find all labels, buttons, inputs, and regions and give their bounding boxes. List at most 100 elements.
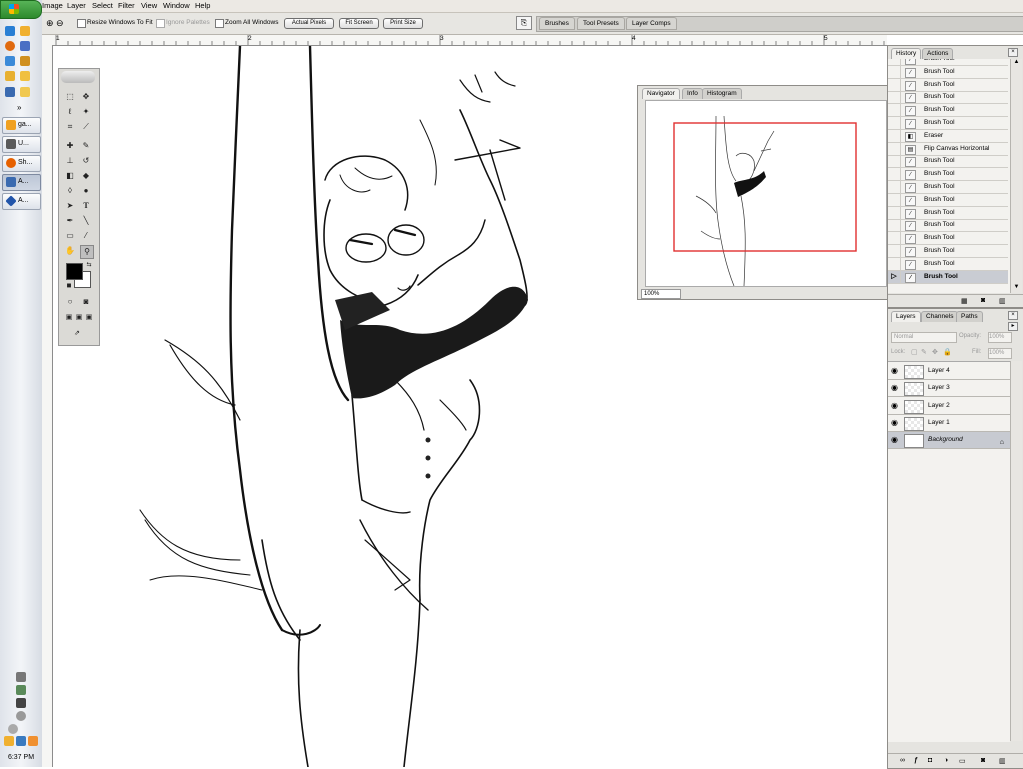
foreground-color-swatch[interactable]	[66, 263, 83, 280]
history-source-slot[interactable]	[888, 129, 901, 142]
imageready-icon[interactable]: ⇗	[71, 328, 83, 340]
lock-position-icon[interactable]: ✥	[932, 348, 938, 356]
history-source-slot[interactable]	[888, 232, 901, 245]
history-item[interactable]: ∕ Brush Tool	[888, 181, 1008, 194]
menu-window[interactable]: Window	[163, 1, 190, 10]
history-brush-icon[interactable]: ↺	[80, 155, 92, 167]
layer-row[interactable]: ◉ Background ⌂	[888, 432, 1010, 450]
tab-history[interactable]: History	[891, 48, 922, 59]
dodge-tool-icon[interactable]: ●	[80, 185, 92, 197]
globe-icon[interactable]	[5, 87, 15, 97]
blur-tool-icon[interactable]: ◊	[64, 185, 76, 197]
adjustment-layer-icon[interactable]: ◑	[944, 757, 948, 764]
history-item[interactable]: ∕ Brush Tool	[888, 91, 1008, 105]
lasso-tool-icon[interactable]: ℓ	[64, 106, 76, 118]
snapshot-from-state-icon[interactable]: ▦	[961, 297, 968, 305]
history-source-slot[interactable]	[888, 65, 901, 78]
lock-transparency-icon[interactable]: ▢	[911, 348, 918, 356]
history-source-slot[interactable]	[888, 257, 901, 270]
ie-icon[interactable]	[5, 26, 15, 36]
healing-brush-icon[interactable]: ✚	[64, 140, 76, 152]
tray-pen-icon[interactable]	[16, 672, 26, 682]
tray-arrow-icon[interactable]	[8, 724, 18, 734]
lock-pixels-icon[interactable]: ✎	[921, 348, 927, 356]
firefox-icon[interactable]	[5, 41, 15, 51]
history-source-slot[interactable]	[888, 168, 901, 181]
visibility-eye-icon[interactable]: ◉	[891, 367, 899, 375]
swap-colors-icon[interactable]: ⇆	[83, 259, 95, 271]
vertical-ruler[interactable]	[42, 45, 53, 767]
notes-tool-icon[interactable]: ▭	[64, 230, 76, 242]
scroll-up-icon[interactable]: ▲	[1012, 59, 1021, 68]
taskbar-item-window[interactable]: U...	[2, 136, 41, 153]
move-tool-icon[interactable]: ✥	[80, 91, 92, 103]
menu-select[interactable]: Select	[92, 1, 113, 10]
history-item[interactable]: ∕ Brush Tool	[888, 104, 1008, 118]
history-source-slot[interactable]	[888, 219, 901, 232]
new-layer-icon[interactable]: ◙	[981, 757, 985, 764]
history-item[interactable]: ◧ Eraser	[888, 129, 1008, 143]
history-item[interactable]: ∕ Brush Tool	[888, 245, 1008, 258]
history-item[interactable]: ▤ Flip Canvas Horizontal	[888, 142, 1008, 156]
palette-well-icon[interactable]: ⎘	[516, 16, 532, 30]
tab-histogram[interactable]: Histogram	[702, 88, 742, 99]
tab-layers[interactable]: Layers	[891, 311, 921, 322]
visibility-eye-icon[interactable]: ◉	[891, 418, 899, 427]
history-source-slot[interactable]	[888, 181, 901, 193]
path-select-icon[interactable]: ➤	[64, 200, 76, 212]
history-source-slot[interactable]	[888, 142, 901, 155]
tab-tool-presets[interactable]: Tool Presets	[577, 17, 625, 30]
explorer-icon[interactable]	[20, 87, 30, 97]
layer-row[interactable]: ◉ Layer 3	[888, 380, 1010, 398]
history-source-slot[interactable]: ▷	[888, 270, 901, 283]
music-icon[interactable]	[20, 41, 30, 51]
history-source-slot[interactable]	[888, 193, 901, 206]
menu-image[interactable]: Image	[42, 1, 63, 10]
zoom-all-checkbox[interactable]	[215, 19, 224, 28]
marquee-tool-icon[interactable]: ⬚	[64, 91, 76, 103]
history-source-slot[interactable]	[888, 104, 901, 117]
history-item[interactable]: ∕ Brush Tool	[888, 155, 1008, 169]
lock-all-icon[interactable]: 🔒	[943, 348, 952, 356]
tab-paths[interactable]: Paths	[956, 311, 983, 322]
history-source-slot[interactable]	[888, 117, 901, 129]
actual-pixels-button[interactable]: Actual Pixels	[284, 18, 334, 29]
zoom-tool-icon[interactable]: ⚲	[80, 245, 94, 259]
taskbar-clock[interactable]: 6:37 PM	[0, 754, 42, 761]
navigator-zoom-field[interactable]: 100%	[641, 289, 681, 299]
history-item[interactable]: ∕ Brush Tool	[888, 219, 1008, 233]
desktop-icon[interactable]	[20, 56, 30, 66]
standard-mode-icon[interactable]: ○	[64, 296, 76, 308]
history-source-slot[interactable]	[888, 78, 901, 91]
tab-channels[interactable]: Channels	[921, 311, 959, 322]
layer-row[interactable]: ◉ Layer 2	[888, 398, 1010, 415]
close-icon[interactable]: ×	[1008, 48, 1018, 57]
fit-screen-button[interactable]: Fit Screen	[339, 18, 379, 29]
ignore-palettes-checkbox[interactable]	[156, 19, 165, 28]
eyedropper-icon[interactable]: ⁄	[80, 230, 92, 242]
line-tool-icon[interactable]: ╲	[80, 215, 92, 227]
scroll-down-icon[interactable]: ▼	[1012, 284, 1021, 293]
trash-icon[interactable]: ▥	[999, 297, 1006, 305]
tab-brushes[interactable]: Brushes	[539, 17, 575, 30]
history-item[interactable]: ∕ Brush Tool	[888, 257, 1008, 271]
history-source-slot[interactable]	[888, 245, 901, 257]
taskbar-item-app[interactable]: A...	[2, 193, 41, 210]
tray-app2-icon[interactable]	[16, 736, 26, 746]
layer-row[interactable]: ◉ Layer 4	[888, 363, 1010, 380]
layer-style-icon[interactable]: ƒ	[914, 757, 918, 764]
eraser-tool-icon[interactable]: ◧	[64, 170, 76, 182]
history-item[interactable]: ∕ Brush Tool	[888, 232, 1008, 246]
horizontal-ruler[interactable]: 1 2 3 4 5	[42, 35, 887, 46]
paint-bucket-icon[interactable]: ◆	[80, 170, 92, 182]
taskbar-item-firefox[interactable]: Sh...	[2, 155, 41, 172]
resize-windows-checkbox[interactable]	[77, 19, 86, 28]
history-item[interactable]: ∕ Brush Tool	[888, 78, 1008, 92]
tab-actions[interactable]: Actions	[922, 48, 954, 59]
blend-mode-select[interactable]: Normal	[891, 332, 957, 343]
type-tool-icon[interactable]: T	[80, 200, 92, 212]
menu-help[interactable]: Help	[195, 1, 210, 10]
history-item[interactable]: ∕ Brush Tool	[888, 117, 1008, 130]
feather-logo-icon[interactable]	[61, 71, 95, 83]
history-item[interactable]: ∕ Brush Tool	[888, 168, 1008, 182]
